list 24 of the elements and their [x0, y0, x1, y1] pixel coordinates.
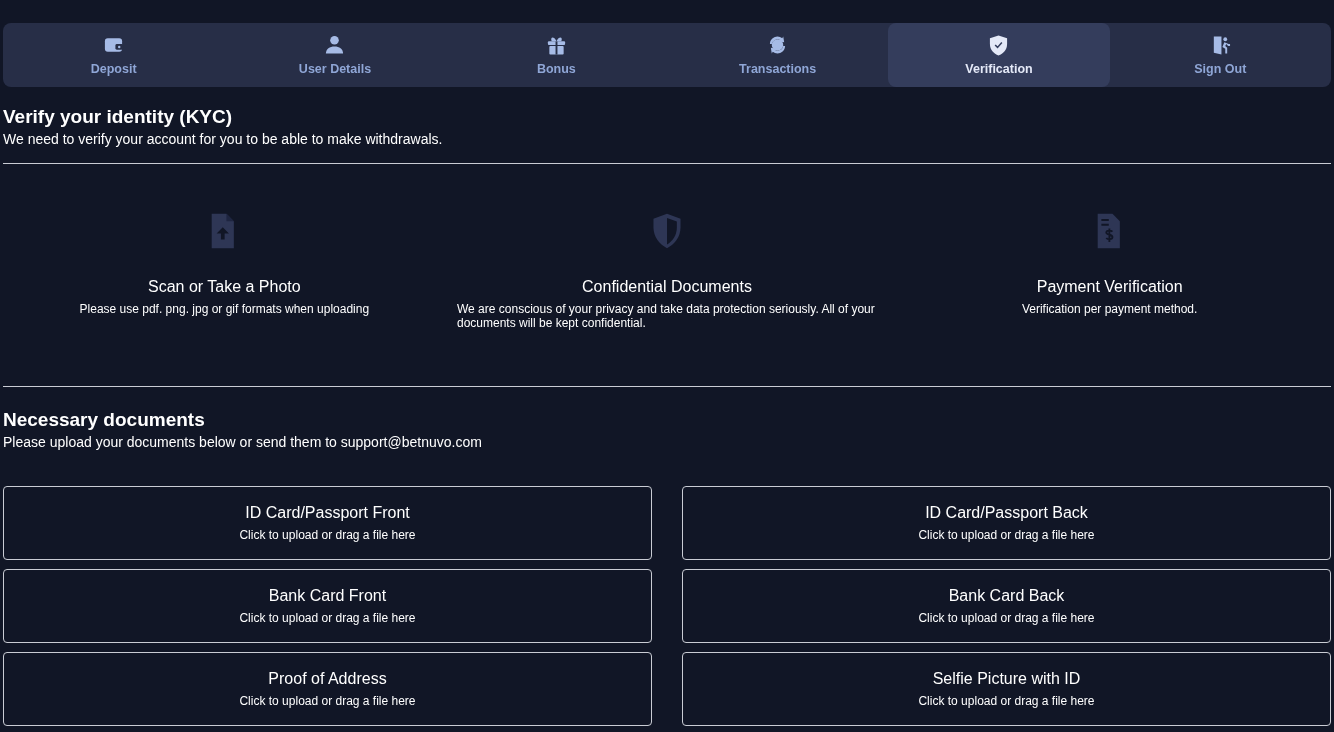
feature-description: Verification per payment method. [1021, 302, 1198, 316]
section-description: Please upload your documents below or send them to support@betnuvo.com [3, 434, 483, 450]
upload-area[interactable]: Bank Card Front Click to upload or drag a file here [3, 569, 652, 643]
tab[interactable]: Sign Out [1109, 23, 1331, 87]
tab[interactable]: Verification [888, 23, 1110, 87]
section-heading: Necessary documents [3, 408, 206, 432]
user-icon [324, 34, 346, 56]
tab[interactable]: Transactions [667, 23, 889, 87]
upload-area[interactable]: Proof of Address Click to upload or drag a file here [3, 652, 652, 726]
section-heading: Verify your identity (KYC) [3, 105, 234, 129]
feature-title: Scan or Take a Photo [147, 278, 301, 296]
feature-description: Please use pdf. png. jpg or gif formats when uploading [79, 302, 370, 316]
upload-area[interactable]: Bank Card Back Click to upload or drag a file here [682, 569, 1331, 643]
feature-title: Confidential Documents [582, 278, 752, 296]
tab[interactable]: Deposit [3, 23, 225, 87]
section-description: We need to verify your account for you to be able to make withdrawals. [3, 131, 444, 147]
feature-title: Payment Verification [1036, 278, 1183, 296]
tab[interactable]: Bonus [445, 23, 667, 87]
feature-description: We are conscious of your privacy and take data protection seriously. All of your documents will be kept confidential. [457, 302, 876, 330]
upload-area[interactable]: ID Card/Passport Front Click to upload or drag a file here [3, 486, 652, 560]
upload-area[interactable]: ID Card/Passport Back Click to upload or drag a file here [682, 486, 1331, 560]
upload-area[interactable]: Selfie Picture with ID Click to upload or drag a file here [682, 652, 1331, 726]
tab[interactable]: User Details [224, 23, 446, 87]
shield-check-icon [988, 34, 1010, 56]
